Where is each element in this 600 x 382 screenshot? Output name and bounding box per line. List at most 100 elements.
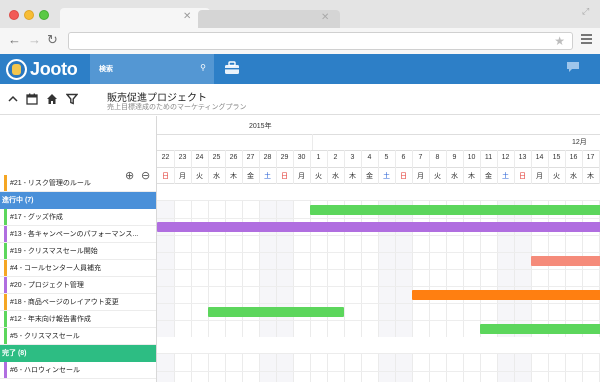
task-label: #5 - クリスマスセール — [10, 333, 80, 340]
day-number: 14 — [535, 154, 544, 161]
task-row[interactable]: #6 - ハロウィンセール — [0, 362, 156, 379]
day-number: 6 — [401, 154, 406, 161]
search-input[interactable]: 検索 ⚲ — [90, 54, 214, 84]
jooto-logo[interactable]: Jooto — [6, 57, 78, 81]
task-color-stripe — [4, 328, 7, 344]
weekday-label: 日 — [519, 173, 526, 180]
task-row[interactable]: #20 - プロジェクト管理 — [0, 277, 156, 294]
group-header[interactable]: 完了 (8) — [0, 345, 156, 362]
day-number: 17 — [586, 154, 595, 161]
gantt-chart: 2015年 12月 22 日 23 月 24 火 25 水 26 木 27 金 28 土 29 日 30 月 1 火 2… — [157, 116, 600, 382]
task-row[interactable]: #4 - コールセンター人員補充 — [0, 260, 156, 277]
task-color-stripe — [4, 260, 7, 276]
task-color-stripe — [4, 294, 7, 310]
close-tab-icon[interactable]: ✕ — [321, 12, 329, 23]
day-number: 16 — [569, 154, 578, 161]
task-bar[interactable] — [531, 256, 600, 266]
bookmark-star-icon[interactable]: ★ — [554, 34, 565, 48]
task-row[interactable]: #12 - 年末向け報告書作成 — [0, 311, 156, 328]
task-label: #18 - 商品ページのレイアウト変更 — [10, 299, 119, 306]
forward-arrow-icon[interactable]: → — [28, 32, 41, 48]
weekday-label: 木 — [230, 173, 237, 180]
weekday-label: 土 — [502, 173, 509, 180]
task-label: #13 - 各キャンペーンのパフォーマンス... — [10, 231, 139, 238]
task-row[interactable]: #21 - リスク管理のルール — [0, 175, 156, 192]
weekday-label: 月 — [298, 173, 305, 180]
weekday-label: 土 — [383, 173, 390, 180]
task-label: #4 - コールセンター人員補充 — [10, 265, 102, 272]
row-gridline — [157, 320, 600, 321]
close-window-button[interactable] — [9, 10, 19, 20]
weekday-label: 水 — [332, 173, 339, 180]
task-row[interactable]: #17 - グッズ作成 — [0, 209, 156, 226]
task-bar[interactable] — [412, 290, 600, 300]
reload-icon[interactable]: ↻ — [47, 32, 58, 48]
chat-icon[interactable] — [566, 61, 580, 73]
day-number: 13 — [518, 154, 527, 161]
maximize-window-button[interactable] — [39, 10, 49, 20]
row-gridline — [157, 286, 600, 287]
browser-menu-icon[interactable] — [581, 34, 592, 46]
fullscreen-icon[interactable]: ⤢ — [582, 6, 592, 16]
weekday-label: 水 — [570, 173, 577, 180]
day-number: 9 — [452, 154, 457, 161]
weekday-label: 水 — [451, 173, 458, 180]
task-bar[interactable] — [480, 324, 600, 334]
weekday-label: 火 — [434, 173, 441, 180]
task-label: #12 - 年末向け報告書作成 — [10, 316, 91, 323]
task-bar[interactable] — [208, 307, 344, 317]
search-icon[interactable]: ⚲ — [200, 63, 206, 72]
day-number: 7 — [418, 154, 423, 161]
task-bar[interactable] — [310, 205, 600, 215]
task-label: #17 - グッズ作成 — [10, 214, 63, 221]
day-number: 27 — [246, 154, 255, 161]
task-row[interactable]: #19 - クリスマスセール開始 — [0, 243, 156, 260]
project-header: 販売促進プロジェクト 売上目標達成のためのマーケティングプラン — [0, 84, 600, 115]
minimize-window-button[interactable] — [24, 10, 34, 20]
logo-text: Jooto — [30, 58, 78, 79]
task-list-panel: ⊕ ⊖ #21 - リスク管理のルール 進行中 (7) #17 - グッズ作成 #13… — [0, 116, 157, 382]
address-bar[interactable]: ★ — [68, 32, 573, 50]
task-row[interactable]: #5 - クリスマスセール — [0, 328, 156, 345]
row-gridline — [157, 218, 600, 219]
task-label: #21 - リスク管理のルール — [10, 180, 91, 187]
weekday-label: 木 — [349, 173, 356, 180]
browser-tab-inactive[interactable] — [198, 10, 340, 28]
collapse-chevron-up-icon[interactable] — [7, 93, 19, 105]
weekday-label: 月 — [179, 173, 186, 180]
day-number: 28 — [263, 154, 272, 161]
calendar-icon[interactable] — [26, 93, 38, 105]
weekday-label: 火 — [196, 173, 203, 180]
task-color-stripe — [4, 362, 7, 378]
task-color-stripe — [4, 209, 7, 225]
month-label: 12月 — [572, 139, 587, 146]
task-color-stripe — [4, 277, 7, 293]
year-label: 2015年 — [249, 123, 272, 130]
browser-chrome: ✕ ✕ ⤢ ← → ↻ ★ — [0, 0, 600, 54]
day-number: 29 — [280, 154, 289, 161]
day-number: 15 — [552, 154, 561, 161]
task-color-stripe — [4, 311, 7, 327]
close-tab-icon[interactable]: ✕ — [183, 11, 191, 22]
group-header[interactable]: 進行中 (7) — [0, 192, 156, 209]
back-arrow-icon[interactable]: ← — [8, 32, 21, 48]
filter-icon[interactable] — [66, 93, 78, 105]
day-number: 4 — [367, 154, 372, 161]
year-divider — [312, 134, 313, 150]
briefcase-icon[interactable] — [224, 61, 240, 75]
task-label: #6 - ハロウィンセール — [10, 367, 81, 374]
day-number: 12 — [501, 154, 510, 161]
weekday-label: 金 — [485, 173, 492, 180]
weekday-label: 火 — [315, 173, 322, 180]
row-gridline — [157, 252, 600, 253]
task-row[interactable]: #18 - 商品ページのレイアウト変更 — [0, 294, 156, 311]
project-subtitle: 売上目標達成のためのマーケティングプラン — [107, 104, 247, 111]
task-bar[interactable] — [157, 222, 600, 232]
task-row[interactable]: #13 - 各キャンペーンのパフォーマンス... — [0, 226, 156, 243]
day-number: 10 — [467, 154, 476, 161]
day-number: 2 — [333, 154, 338, 161]
home-icon[interactable] — [46, 93, 58, 105]
row-gridline — [157, 235, 600, 236]
day-number: 23 — [178, 154, 187, 161]
weekday-label: 水 — [213, 173, 220, 180]
